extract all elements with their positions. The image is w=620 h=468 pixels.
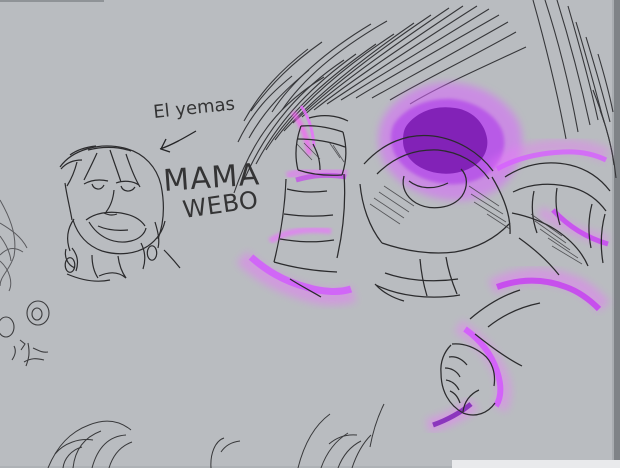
sketch-canvas: El yemas MAMA WEBO [0,0,620,468]
sketch-drawing: El yemas MAMA WEBO [0,0,617,468]
annotation-top: El yemas [152,94,236,123]
left-edge-sketch [0,199,28,292]
annotation-arrow [159,130,197,153]
bottom-scribbles [47,403,385,468]
small-creature-sketch [0,300,50,367]
purple-energy-glow [236,82,611,433]
